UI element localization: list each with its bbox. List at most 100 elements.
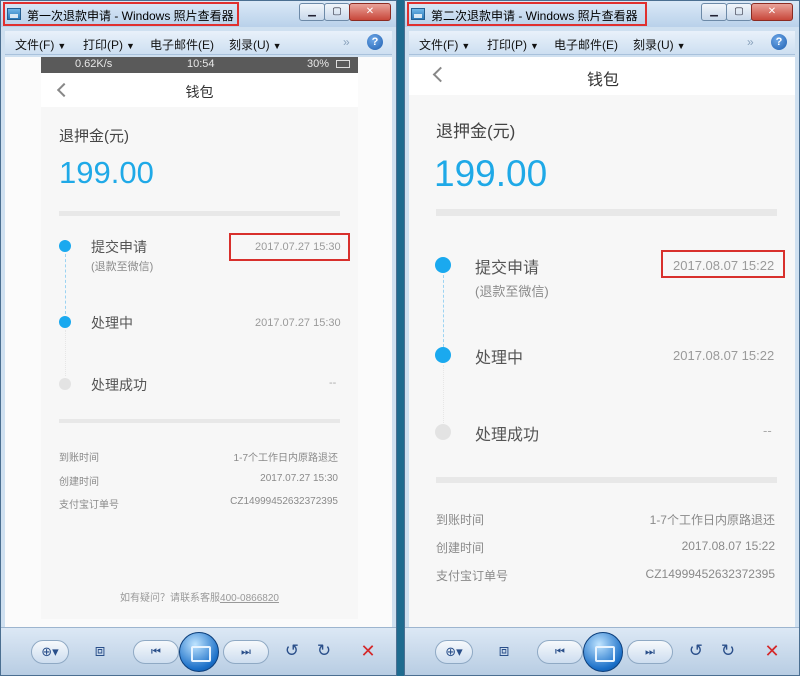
arrival-time-value: 1-7个工作日内原路退还 <box>649 513 775 527</box>
battery-icon <box>336 60 350 68</box>
menu-bar: 文件(F) ▼ 打印(P) ▼ 电子邮件(E) 刻录(U) ▼ » ? <box>409 31 795 55</box>
step-success: 处理成功 <box>91 377 147 393</box>
menu-file-label: 文件(F) <box>15 38 55 52</box>
viewer-toolbar: ⊕▾ ⧈ ⏮ ⏭ ↺ ↻ ✕ <box>405 627 799 675</box>
next-button[interactable]: ⏭ <box>627 640 673 664</box>
delete-button[interactable]: ✕ <box>355 640 381 664</box>
rotate-right-button[interactable]: ↻ <box>311 640 337 664</box>
step-processing: 处理中 <box>91 315 133 331</box>
wallet-nav-bar: 钱包 <box>409 57 795 95</box>
step-pending-dot <box>59 378 71 390</box>
previous-icon: ⏮ <box>555 646 565 658</box>
network-speed: 0.62K/s <box>75 58 113 70</box>
phone-screenshot: 0.62K/s 10:54 30% 钱包 退押金(元) 199.00 提交申请 … <box>41 57 358 619</box>
actual-size-icon: ⧈ <box>94 641 106 660</box>
maximize-button[interactable]: ▢ <box>324 3 350 21</box>
chevron-down-icon: ▼ <box>126 41 135 51</box>
maximize-icon: ▢ <box>332 6 342 17</box>
menu-bar: 文件(F) ▼ 打印(P) ▼ 电子邮件(E) 刻录(U) ▼ » ? <box>5 31 392 55</box>
divider <box>59 211 340 216</box>
zoom-button[interactable]: ⊕▾ <box>435 640 473 664</box>
support-text: 如有疑问？请联系客服 <box>120 593 221 604</box>
support-contact: 如有疑问？请联系客服400-0866820 <box>41 589 358 604</box>
rotate-left-icon: ↺ <box>688 641 704 660</box>
refund-amount: 199.00 <box>59 155 154 190</box>
chevron-down-icon: ▼ <box>530 41 539 51</box>
battery-level: 30% <box>307 58 330 70</box>
chevron-down-icon: ▼ <box>57 41 67 51</box>
close-icon: ✕ <box>365 6 375 17</box>
maximize-button[interactable]: ▢ <box>726 3 752 21</box>
refund-label: 退押金(元) <box>436 122 516 141</box>
phone-screenshot: 钱包 退押金(元) 199.00 提交申请 (退款至微信) 2017.08.07… <box>409 57 795 627</box>
step-done-dot <box>59 240 71 252</box>
menu-print[interactable]: 打印(P) ▼ <box>487 36 539 53</box>
refund-detail: 退押金(元) 199.00 提交申请 (退款至微信) 2017.07.27 15… <box>41 107 358 619</box>
step-processing-dot <box>435 347 451 363</box>
zoom-icon: ⊕▾ <box>41 644 59 659</box>
menu-print-label: 打印(P) <box>487 38 527 52</box>
next-icon: ⏭ <box>241 646 251 658</box>
close-button[interactable]: ✕ <box>349 3 391 21</box>
help-icon[interactable]: ? <box>367 34 383 50</box>
menu-email[interactable]: 电子邮件(E) <box>150 36 214 53</box>
maximize-icon: ▢ <box>734 6 744 17</box>
slideshow-button[interactable] <box>583 632 623 672</box>
menu-print[interactable]: 打印(P) ▼ <box>83 36 135 53</box>
chevron-down-icon: ▼ <box>461 41 471 51</box>
step-success: 处理成功 <box>475 427 540 444</box>
zoom-button[interactable]: ⊕▾ <box>31 640 69 664</box>
order-number-label: 支付宝订单号 <box>436 569 509 583</box>
wallet-nav-bar: 钱包 <box>41 73 358 107</box>
rotate-left-button[interactable]: ↺ <box>683 640 709 664</box>
help-icon[interactable]: ? <box>771 34 787 50</box>
support-phone-link[interactable]: 400-0866820 <box>220 593 279 604</box>
menu-overflow-icon[interactable]: » <box>343 35 350 49</box>
close-button[interactable]: ✕ <box>751 3 793 21</box>
rotate-left-button[interactable]: ↺ <box>279 640 305 664</box>
step-submit-note: (退款至微信) <box>475 284 549 299</box>
menu-email-label: 电子邮件(E) <box>150 38 214 52</box>
order-number-value: CZ14999452632372395 <box>230 496 338 507</box>
next-button[interactable]: ⏭ <box>223 640 269 664</box>
step-submit: 提交申请 <box>475 260 540 277</box>
title-bar[interactable]: 第二次退款申请 - Windows 照片查看器 ▁ ▢ ✕ <box>405 1 799 27</box>
previous-button[interactable]: ⏮ <box>537 640 583 664</box>
time-highlight-box <box>661 250 785 278</box>
viewer-toolbar: ⊕▾ ⧈ ⏮ ⏭ ↺ ↻ ✕ <box>1 627 396 675</box>
menu-burn[interactable]: 刻录(U) ▼ <box>229 36 282 53</box>
rotate-right-icon: ↻ <box>720 641 736 660</box>
created-time-value: 2017.07.27 15:30 <box>260 473 338 484</box>
progress-line-pending <box>443 365 444 423</box>
delete-button[interactable]: ✕ <box>759 640 785 664</box>
arrival-time-label: 到账时间 <box>59 453 99 464</box>
step-processing: 处理中 <box>475 350 524 367</box>
time-highlight-box <box>229 233 350 261</box>
delete-icon: ✕ <box>360 641 376 661</box>
next-icon: ⏭ <box>645 646 655 658</box>
menu-file[interactable]: 文件(F) ▼ <box>15 36 66 53</box>
menu-burn[interactable]: 刻录(U) ▼ <box>633 36 686 53</box>
menu-file[interactable]: 文件(F) ▼ <box>419 36 470 53</box>
previous-icon: ⏮ <box>151 646 161 658</box>
actual-size-button[interactable]: ⧈ <box>491 640 517 664</box>
menu-file-label: 文件(F) <box>419 38 459 52</box>
minimize-icon: ▁ <box>710 6 718 17</box>
menu-email[interactable]: 电子邮件(E) <box>554 36 618 53</box>
divider <box>59 419 340 423</box>
menu-email-label: 电子邮件(E) <box>554 38 618 52</box>
menu-overflow-icon[interactable]: » <box>747 35 754 49</box>
status-time: 10:54 <box>187 58 215 70</box>
photo-viewer-window-left: 第一次退款申请 - Windows 照片查看器 ▁ ▢ ✕ 文件(F) ▼ 打印(… <box>0 0 397 676</box>
minimize-button[interactable]: ▁ <box>299 3 325 21</box>
previous-button[interactable]: ⏮ <box>133 640 179 664</box>
delete-icon: ✕ <box>764 641 780 661</box>
divider <box>436 477 777 483</box>
slideshow-button[interactable] <box>179 632 219 672</box>
chevron-down-icon: ▼ <box>272 41 282 51</box>
created-time-label: 创建时间 <box>436 541 485 555</box>
rotate-right-button[interactable]: ↻ <box>715 640 741 664</box>
minimize-button[interactable]: ▁ <box>701 3 727 21</box>
title-bar[interactable]: 第一次退款申请 - Windows 照片查看器 ▁ ▢ ✕ <box>1 1 396 27</box>
actual-size-button[interactable]: ⧈ <box>87 640 113 664</box>
